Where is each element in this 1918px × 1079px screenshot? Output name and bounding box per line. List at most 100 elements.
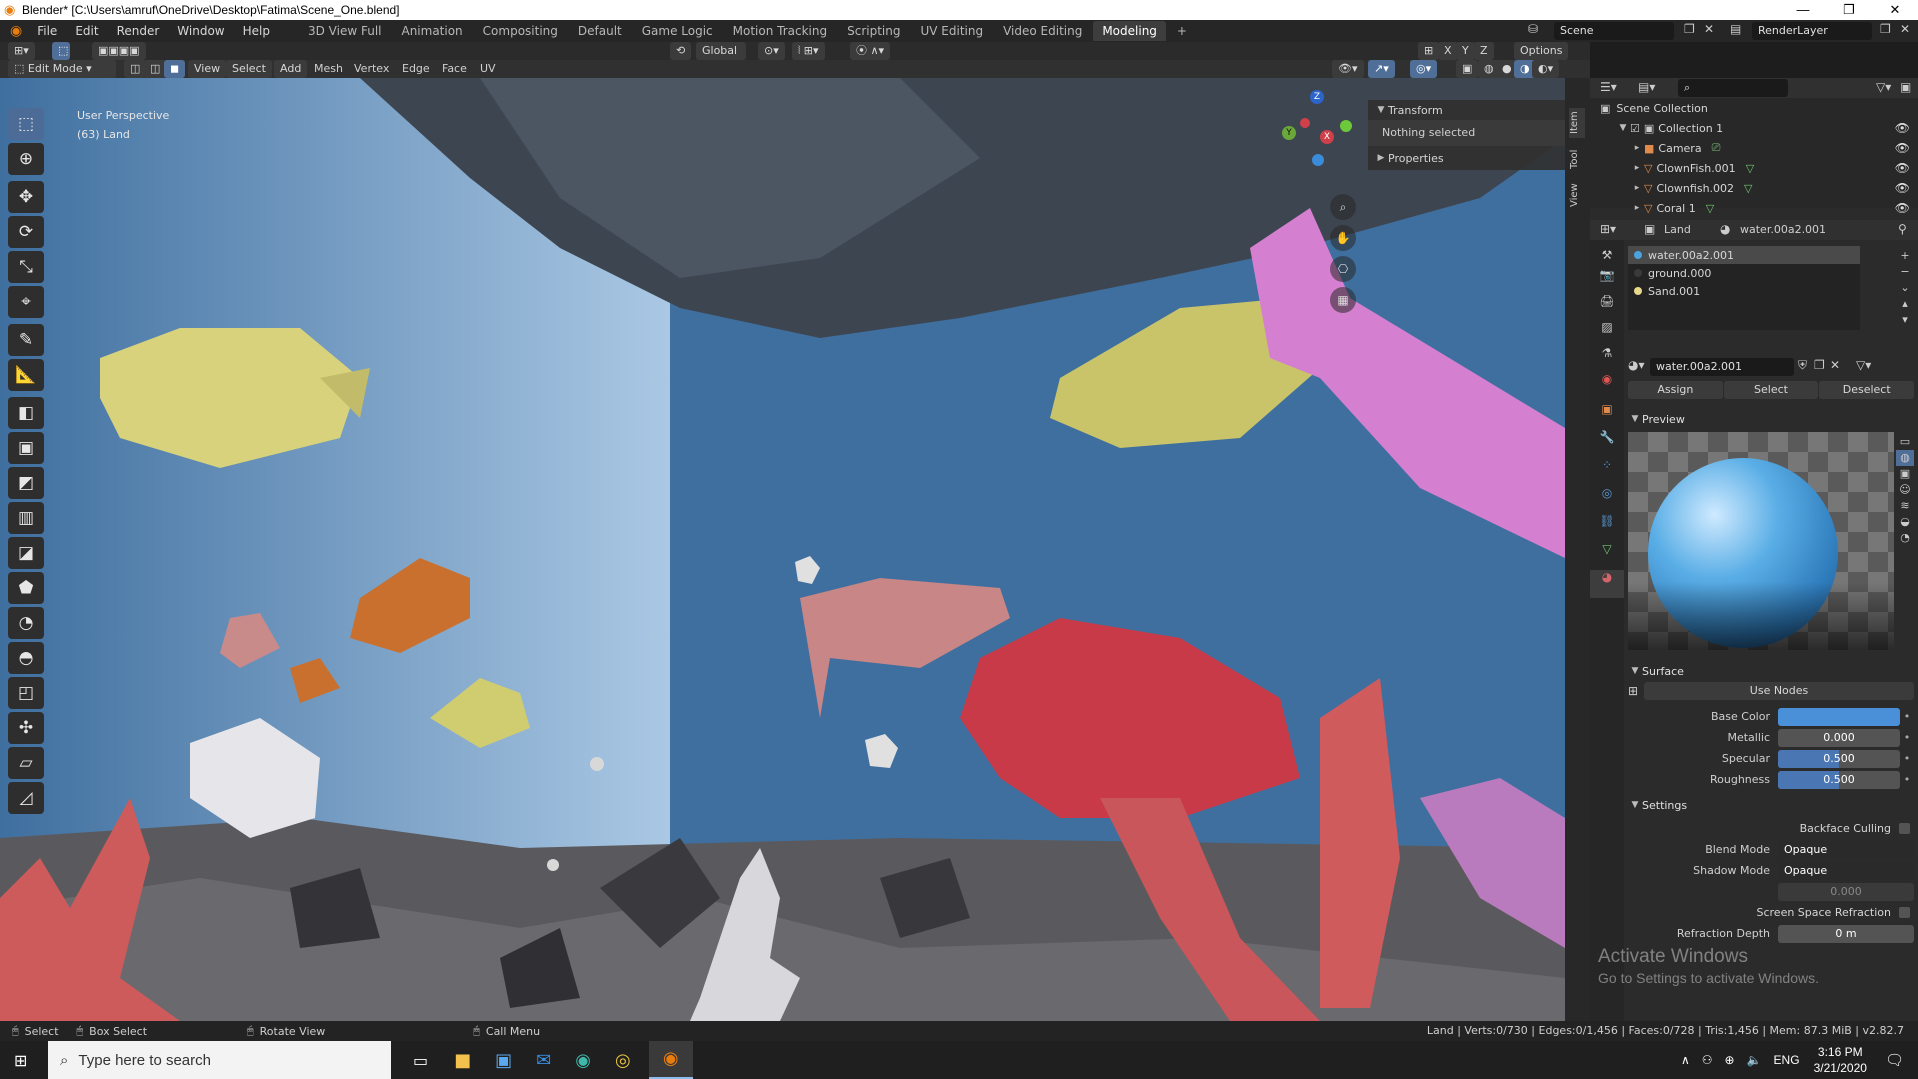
notifications-icon[interactable]: 🗨 [1885,1051,1904,1069]
inset-tool-icon[interactable]: ▣ [8,432,44,464]
selection-mode-icons[interactable]: ▣▣▣▣ [92,42,146,60]
preview-shaderball-icon[interactable]: ◒ [1896,514,1914,530]
task-view-icon[interactable]: ▭ [413,1051,428,1070]
new-layer-icon[interactable]: ❐ [1880,22,1891,36]
grid-view-icon[interactable]: ▦ [1330,287,1356,313]
pin-icon[interactable]: ⚲ [1898,222,1907,236]
keyframe-dot-icon[interactable]: • [1900,731,1914,744]
menu-render[interactable]: Render [108,20,169,42]
expand-icon[interactable]: ▸ [1630,183,1644,193]
3d-viewport[interactable]: User Perspective (63) Land Z Y X ⌕ ✋ ⎔ ▦… [0,78,1565,1021]
tab-item[interactable]: Item [1569,108,1585,138]
mode-dropdown[interactable]: ⬚ Edit Mode ▾ [8,60,116,78]
file-explorer-icon[interactable]: ■ [454,1050,471,1071]
render-tab-icon[interactable]: 📷 [1590,268,1624,294]
data-tab-icon[interactable]: ▽ [1590,542,1624,570]
tab-video-editing[interactable]: Video Editing [994,21,1091,41]
rotate-tool-icon[interactable]: ⟳ [8,216,44,248]
view-layer-tab-icon[interactable]: ▨ [1590,320,1624,346]
pan-hand-icon[interactable]: ✋ [1330,225,1356,251]
world-tab-icon[interactable]: ◉ [1590,372,1624,402]
gizmo-x[interactable]: X [1320,130,1334,144]
gizmo-neg-z[interactable] [1312,154,1324,166]
extrude-tool-icon[interactable]: ◧ [8,397,44,429]
keyframe-dot-icon[interactable]: • [1900,752,1914,765]
delete-scene-icon[interactable]: ✕ [1704,22,1714,36]
menu-add[interactable]: Add [274,60,308,78]
clock[interactable]: 3:16 PM 3/21/2020 [1814,1044,1867,1076]
orientation-dropdown[interactable]: Global [696,42,746,60]
blend-mode-dropdown[interactable]: Opaque [1778,840,1914,859]
new-collection-icon[interactable]: ▣ [1900,80,1911,94]
cursor-tool-icon[interactable]: ⊕ [8,143,44,175]
overlay-toggle-icon[interactable]: ◎▾ [1410,60,1438,78]
chrome-icon[interactable]: ◎ [615,1050,631,1071]
scene-selector[interactable]: Scene [1554,22,1674,40]
rip-tool-icon[interactable]: ◿ [8,782,44,814]
zoom-icon[interactable]: ⌕ [1330,194,1356,220]
outliner-search[interactable]: ⌕ [1678,79,1788,97]
volume-icon[interactable]: 🔈 [1747,1053,1762,1067]
blender-menu-icon[interactable]: ◉ [10,23,22,39]
pivot-point-icon[interactable]: ⊙▾ [758,42,785,60]
keyframe-dot-icon[interactable]: • [1900,710,1914,723]
network-icon[interactable]: ⚇ [1702,1053,1713,1067]
edge-slide-tool-icon[interactable]: ◰ [8,677,44,709]
delete-layer-icon[interactable]: ✕ [1900,22,1910,36]
shrink-fatten-tool-icon[interactable]: ✣ [8,712,44,744]
menu-file[interactable]: File [28,20,66,42]
edge-browser-icon[interactable]: ◉ [575,1050,591,1071]
annotate-tool-icon[interactable]: ✎ [8,324,44,356]
use-nodes-button[interactable]: Use Nodes [1644,682,1914,700]
smooth-tool-icon[interactable]: ◓ [8,642,44,674]
store-icon[interactable]: ▣ [495,1050,512,1071]
poly-build-tool-icon[interactable]: ⬟ [8,572,44,604]
menu-uv[interactable]: UV [480,60,496,78]
visibility-eye-icon[interactable]: 👁 [1895,201,1910,215]
globe-icon[interactable]: ⊕ [1725,1053,1735,1067]
preview-sphere-icon[interactable]: ◍ [1896,450,1914,466]
move-tool-icon[interactable]: ✥ [8,181,44,213]
particles-tab-icon[interactable]: ⁘ [1590,458,1624,486]
deselect-button[interactable]: Deselect [1819,381,1915,399]
material-tab-icon[interactable]: ◕ [1590,570,1624,598]
preview-world-icon[interactable]: ◔ [1896,530,1914,546]
move-slot-down-button[interactable]: ▾ [1896,312,1914,328]
outliner-editor-icon[interactable]: ☰▾ [1600,80,1617,94]
tab-motion-tracking[interactable]: Motion Tracking [724,21,836,41]
material-name-field[interactable]: water.00a2.001 [1650,358,1794,376]
scene-tab-icon[interactable]: ⚗ [1590,346,1624,372]
outliner-item[interactable]: ▸ ■ Camera ⎚ 👁 [1590,138,1918,158]
checkbox-icon[interactable]: ☑ [1630,122,1640,135]
tab-animation[interactable]: Animation [392,21,471,41]
base-color-swatch[interactable] [1778,707,1900,726]
tab-modeling[interactable]: Modeling [1093,21,1166,41]
close-button[interactable]: ✕ [1872,0,1918,20]
browse-material-icon[interactable]: ◕▾ [1628,358,1645,372]
tool-tab-icon[interactable]: ⚒ [1590,240,1624,268]
select-tool-icon[interactable]: ⬚ [52,42,70,60]
tray-expand-icon[interactable]: ∧ [1681,1053,1690,1067]
assign-button[interactable]: Assign [1628,381,1723,399]
outliner-item[interactable]: ▸ ▽ Clownfish.002 ▽ 👁 [1590,178,1918,198]
menu-mesh[interactable]: Mesh [314,60,343,78]
material-slot[interactable]: Sand.001 [1628,282,1860,300]
menu-window[interactable]: Window [168,20,233,42]
preview-flat-icon[interactable]: ▭ [1896,434,1914,450]
navigation-gizmo[interactable]: Z Y X [1272,90,1352,170]
menu-face[interactable]: Face [442,60,467,78]
visibility-eye-icon[interactable]: 👁 [1895,181,1910,195]
outliner-scene-collection[interactable]: ▣ Scene Collection [1590,98,1918,118]
move-slot-up-button[interactable]: ▴ [1896,296,1914,312]
settings-header[interactable]: ▼ Settings [1628,794,1914,816]
shadow-mode-dropdown[interactable]: Opaque [1778,861,1914,880]
tab-game-logic[interactable]: Game Logic [633,21,722,41]
outliner-item[interactable]: ▸ ▽ Coral 1 ▽ 👁 [1590,198,1918,218]
language-indicator[interactable]: ENG [1774,1053,1800,1067]
menu-edge[interactable]: Edge [402,60,430,78]
properties-header[interactable]: ▶ Properties [1368,146,1565,170]
windows-start-icon[interactable]: ⊞ [14,1051,27,1070]
properties-editor-icon[interactable]: ⊞▾ [1600,222,1616,236]
axis-z[interactable]: Z [1474,42,1494,60]
add-workspace-button[interactable]: + [1168,21,1196,41]
